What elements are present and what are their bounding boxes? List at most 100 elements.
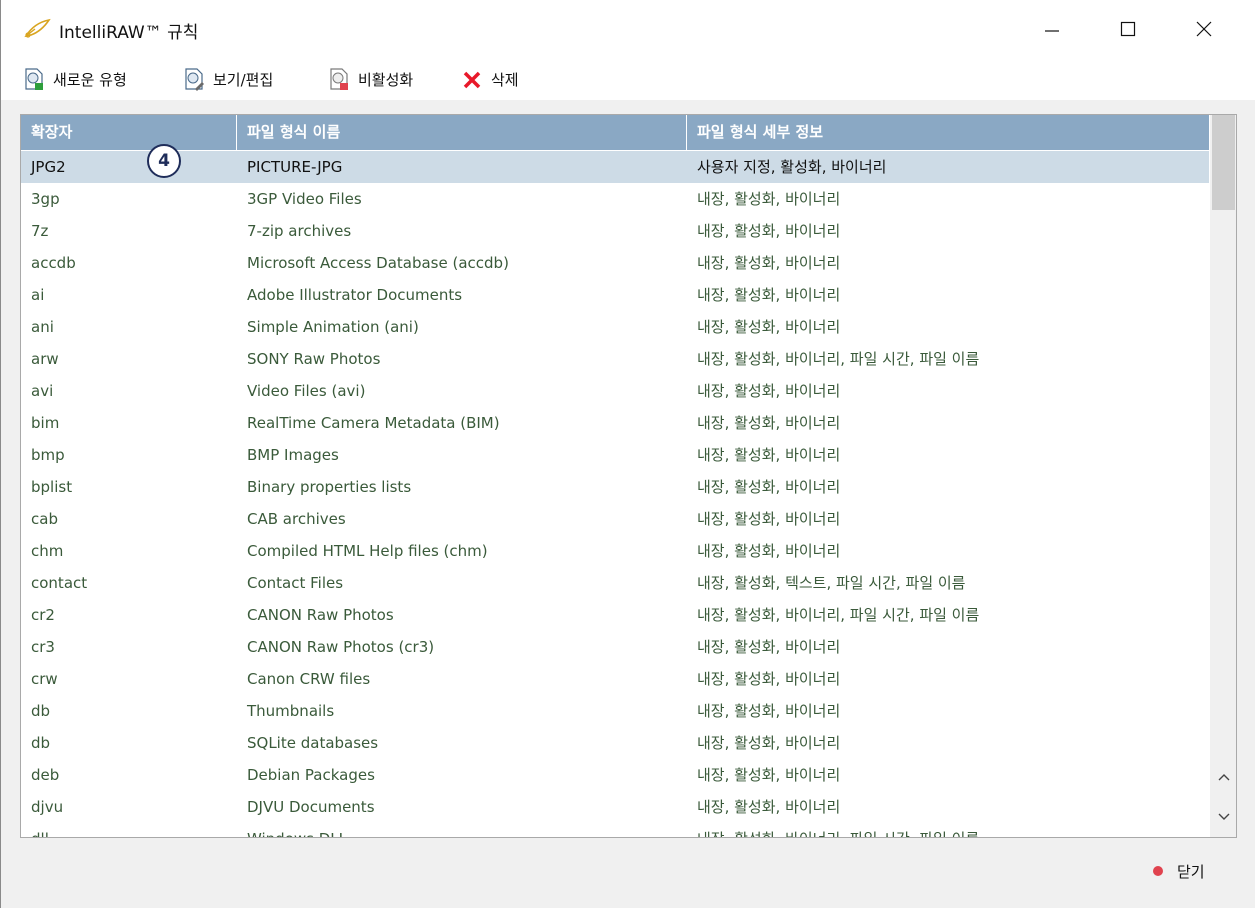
table-row[interactable]: db SQLite databases 내장, 활성화, 바이너리 <box>21 727 1209 759</box>
cell-format-name: SONY Raw Photos <box>247 350 381 368</box>
cell-extension: chm <box>31 542 64 560</box>
cell-format-details: 내장, 활성화, 바이너리 <box>697 478 841 496</box>
cell-format-details: 내장, 활성화, 바이너리 <box>697 510 841 528</box>
cell-extension: cab <box>31 510 58 528</box>
deactivate-button[interactable]: 비활성화 <box>328 66 413 92</box>
table-row[interactable]: accdb Microsoft Access Database (accdb) 내장… <box>21 247 1209 279</box>
cell-extension: db <box>31 734 51 752</box>
cell-format-name: Contact Files <box>247 574 344 592</box>
table-row[interactable]: chm Compiled HTML Help files (chm) 내장, 활성화… <box>21 535 1209 567</box>
column-header-extension[interactable]: 확장자 <box>21 115 237 150</box>
table-row[interactable]: avi Video Files (avi) 내장, 활성화, 바이너리 <box>21 375 1209 407</box>
rules-dialog: IntelliRAW™ 규칙 새로운 유형 보기/편집 비활성화 삭제 확장자 … <box>0 0 1255 908</box>
column-header-format-name[interactable]: 파일 형식 이름 <box>237 115 687 150</box>
table-row[interactable]: arw SONY Raw Photos 내장, 활성화, 바이너리, 파일 시간, … <box>21 343 1209 375</box>
table-row[interactable]: contact Contact Files 내장, 활성화, 텍스트, 파일 시간,… <box>21 567 1209 599</box>
cell-format-name: 7-zip archives <box>247 222 352 240</box>
cell-format-details: 내장, 활성화, 바이너리 <box>697 318 841 336</box>
cell-extension: bplist <box>31 478 73 496</box>
new-document-icon <box>25 68 43 90</box>
view-edit-button[interactable]: 보기/편집 <box>183 66 273 92</box>
cell-extension: cr2 <box>31 606 55 624</box>
cell-extension: 7z <box>31 222 49 240</box>
file-types-table: 확장자 파일 형식 이름 파일 형식 세부 정보 JPG2 PICTURE-JPG… <box>20 114 1237 838</box>
cell-format-details: 내장, 활성화, 바이너리 <box>697 254 841 272</box>
cell-format-details: 내장, 활성화, 바이너리 <box>697 766 841 784</box>
table-row[interactable]: JPG2 PICTURE-JPG 사용자 지정, 활성화, 바이너리 <box>21 151 1209 183</box>
close-dialog-button[interactable]: 닫기 <box>1153 858 1205 884</box>
new-type-button[interactable]: 새로운 유형 <box>23 66 127 92</box>
edit-document-icon <box>185 68 204 91</box>
cell-format-details: 내장, 활성화, 바이너리 <box>697 638 841 656</box>
cell-format-name: DJVU Documents <box>247 798 375 816</box>
cell-format-details: 내장, 활성화, 바이너리 <box>697 734 841 752</box>
chevron-down-icon <box>1218 813 1229 820</box>
table-row[interactable]: bim RealTime Camera Metadata (BIM) 내장, 활성화… <box>21 407 1209 439</box>
cell-format-name: BMP Images <box>247 446 339 464</box>
annotation-badge: 4 <box>147 144 181 178</box>
deactivate-document-icon <box>330 68 348 90</box>
cell-format-details: 사용자 지정, 활성화, 바이너리 <box>697 158 887 176</box>
close-window-button[interactable] <box>1181 6 1227 52</box>
cell-format-details: 내장, 활성화, 바이너리, 파일 시간, 파일 이름 <box>687 823 1207 837</box>
cell-format-name: PICTURE-JPG <box>247 158 343 176</box>
table-row[interactable]: 7z 7-zip archives 내장, 활성화, 바이너리 <box>21 215 1209 247</box>
scrollbar-thumb[interactable] <box>1212 115 1235 210</box>
delete-label: 삭제 <box>491 70 519 89</box>
close-icon <box>1196 21 1212 37</box>
maximize-icon <box>1120 21 1136 37</box>
cell-format-name: SQLite databases <box>247 734 379 752</box>
view-edit-label: 보기/편집 <box>213 70 274 89</box>
table-row[interactable]: deb Debian Packages 내장, 활성화, 바이너리 <box>21 759 1209 791</box>
cell-extension: ani <box>31 318 54 336</box>
table-row[interactable]: 3gp 3GP Video Files 내장, 활성화, 바이너리 <box>21 183 1209 215</box>
cell-extension: bim <box>31 414 60 432</box>
toolbar: 새로운 유형 보기/편집 비활성화 삭제 <box>1 58 1255 100</box>
table-row[interactable]: cab CAB archives 내장, 활성화, 바이너리 <box>21 503 1209 535</box>
column-header-format-details[interactable]: 파일 형식 세부 정보 <box>687 115 1209 150</box>
table-row[interactable]: dllWindows DLL내장, 활성화, 바이너리, 파일 시간, 파일 이… <box>21 823 1209 837</box>
cell-format-details: 내장, 활성화, 바이너리 <box>697 702 841 720</box>
table-row[interactable]: cr3 CANON Raw Photos (cr3) 내장, 활성화, 바이너리 <box>21 631 1209 663</box>
cell-format-details: 내장, 활성화, 바이너리 <box>697 190 841 208</box>
cell-extension: bmp <box>31 446 65 464</box>
cell-format-name: 3GP Video Files <box>247 190 362 208</box>
cell-format-name: Adobe Illustrator Documents <box>247 286 463 304</box>
cell-extension: crw <box>31 670 58 688</box>
cell-format-details: 내장, 활성화, 바이너리 <box>697 286 841 304</box>
cell-format-name: Simple Animation (ani) <box>247 318 419 336</box>
maximize-button[interactable] <box>1105 6 1151 52</box>
table-row[interactable]: cr2 CANON Raw Photos 내장, 활성화, 바이너리, 파일 시간,… <box>21 599 1209 631</box>
window-title: IntelliRAW™ 규칙 <box>59 23 199 43</box>
cell-format-details: 내장, 활성화, 바이너리 <box>697 542 841 560</box>
table-row[interactable]: crw Canon CRW files 내장, 활성화, 바이너리 <box>21 663 1209 695</box>
table-row[interactable]: ani Simple Animation (ani) 내장, 활성화, 바이너리 <box>21 311 1209 343</box>
cell-extension: ai <box>31 286 45 304</box>
cell-format-name: Microsoft Access Database (accdb) <box>247 254 509 272</box>
cell-format-name: CAB archives <box>247 510 346 528</box>
cell-format-name: Video Files (avi) <box>247 382 366 400</box>
vertical-scrollbar[interactable] <box>1210 115 1236 837</box>
table-row[interactable]: bplist Binary properties lists 내장, 활성화, 바이… <box>21 471 1209 503</box>
table-row[interactable]: ai Adobe Illustrator Documents 내장, 활성화, 바이… <box>21 279 1209 311</box>
cell-extension: djvu <box>31 798 64 816</box>
delete-button[interactable]: 삭제 <box>461 66 519 92</box>
chevron-up-icon <box>1218 774 1229 781</box>
cell-format-name: Canon CRW files <box>247 670 371 688</box>
table-row[interactable]: bmp BMP Images 내장, 활성화, 바이너리 <box>21 439 1209 471</box>
table-row[interactable]: db Thumbnails 내장, 활성화, 바이너리 <box>21 695 1209 727</box>
cell-format-details: 내장, 활성화, 바이너리 <box>697 382 841 400</box>
cell-format-name: Binary properties lists <box>247 478 412 496</box>
cell-format-details: 내장, 활성화, 바이너리 <box>697 414 841 432</box>
scroll-up-button[interactable] <box>1210 767 1236 787</box>
cell-format-details: 내장, 활성화, 바이너리, 파일 시간, 파일 이름 <box>697 606 980 624</box>
cell-format-name: Thumbnails <box>247 702 335 720</box>
title-bar: IntelliRAW™ 규칙 <box>1 0 1255 58</box>
cell-format-details: 내장, 활성화, 바이너리 <box>697 670 841 688</box>
minimize-button[interactable] <box>1029 6 1075 52</box>
cell-extension: cr3 <box>31 638 55 656</box>
cell-format-details: 내장, 활성화, 텍스트, 파일 시간, 파일 이름 <box>697 574 966 592</box>
scroll-down-button[interactable] <box>1210 807 1236 827</box>
table-row[interactable]: djvu DJVU Documents 내장, 활성화, 바이너리 <box>21 791 1209 823</box>
new-type-label: 새로운 유형 <box>53 70 127 89</box>
